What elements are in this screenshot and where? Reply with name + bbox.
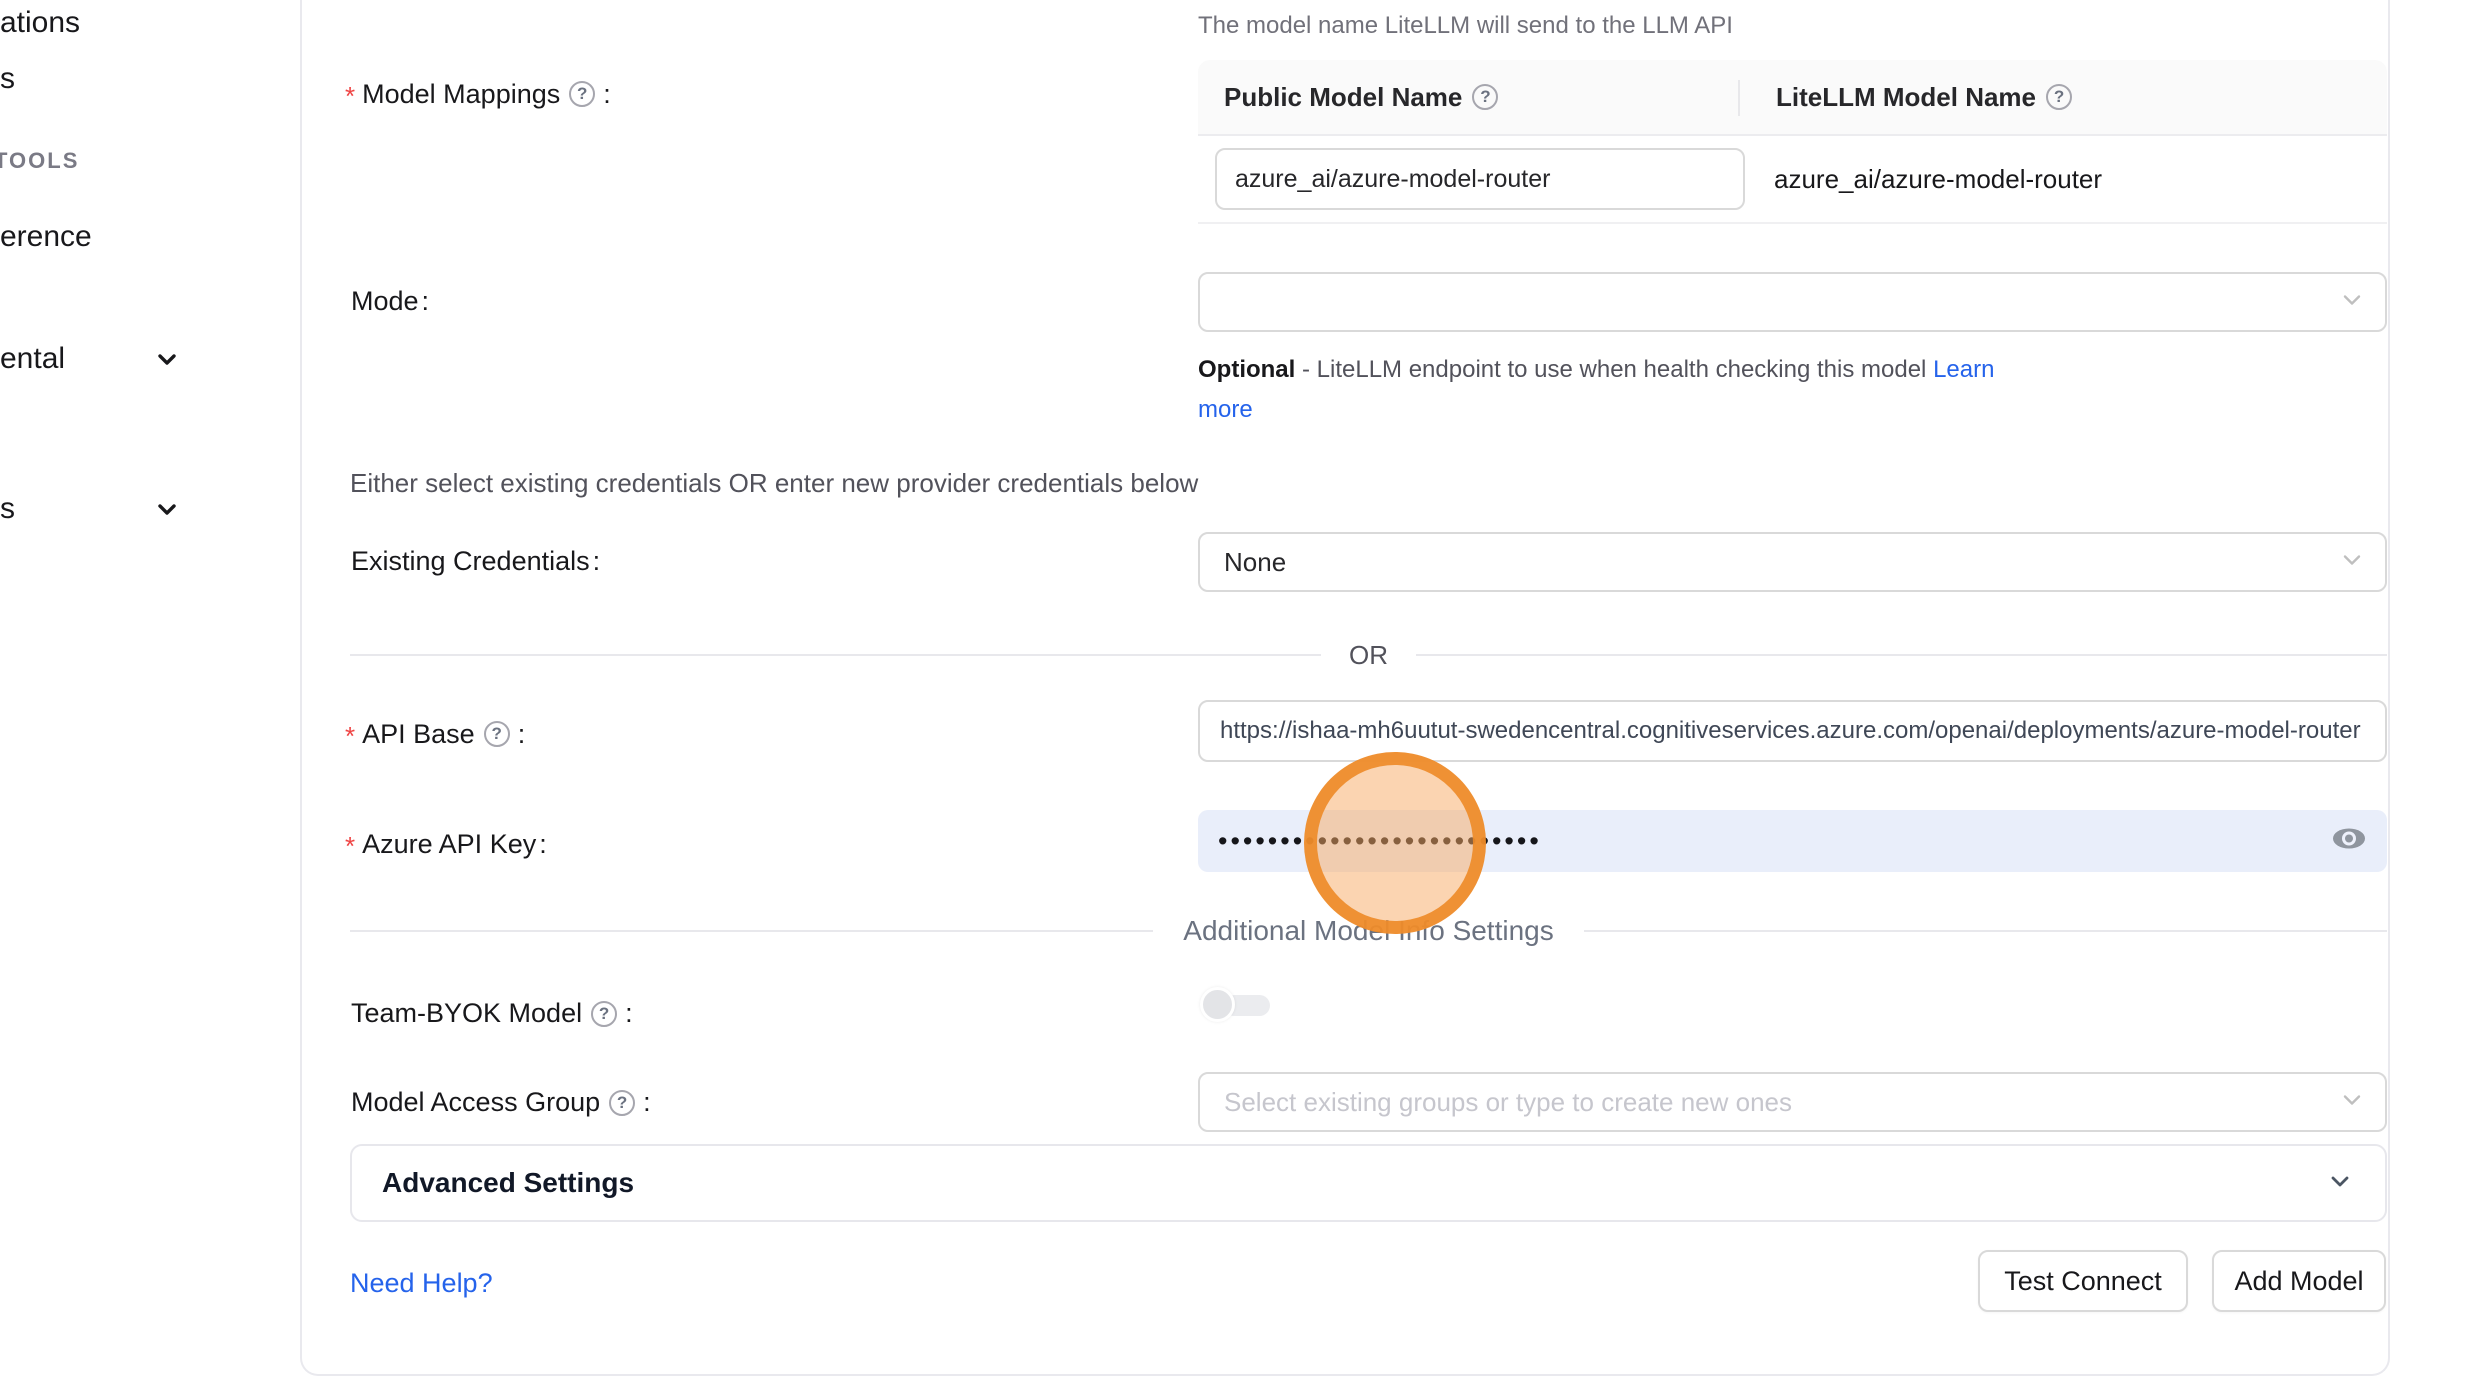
model-access-group-label: Model Access Group ? : (351, 1087, 651, 1118)
toggle-knob (1200, 987, 1235, 1022)
public-model-name-input[interactable]: azure_ai/azure-model-router (1215, 148, 1745, 210)
required-mark: * (345, 716, 355, 752)
credentials-note: Either select existing credentials OR en… (350, 468, 1198, 499)
mode-label: Mode: (351, 286, 429, 317)
model-mappings-table-row: azure_ai/azure-model-router azure_ai/azu… (1198, 136, 2387, 224)
chevron-down-icon (2339, 287, 2365, 318)
api-base-label: * API Base ? : (345, 716, 525, 752)
additional-settings-divider: Additional Model Info Settings (350, 914, 2387, 948)
test-connect-button[interactable]: Test Connect (1978, 1250, 2188, 1312)
existing-credentials-label: Existing Credentials: (351, 546, 600, 577)
sidebar-section-tools: TOOLS (0, 148, 79, 174)
column-divider (1738, 80, 1740, 116)
help-icon[interactable]: ? (1472, 84, 1498, 110)
help-icon[interactable]: ? (591, 1001, 617, 1027)
sidebar-item-api-reference[interactable]: erence (0, 220, 92, 254)
add-model-page: ations s TOOLS erence ental s The model … (0, 0, 2477, 1385)
eye-icon[interactable] (2331, 826, 2367, 857)
team-byok-toggle[interactable] (1200, 987, 1272, 1023)
chevron-down-icon[interactable] (152, 494, 182, 529)
model-mappings-table-header: Public Model Name ? LiteLLM Model Name ? (1198, 60, 2387, 136)
model-mappings-label: * Model Mappings ? : (345, 76, 611, 112)
chevron-down-icon (2339, 1087, 2365, 1118)
sidebar-item[interactable]: s (0, 62, 15, 96)
sidebar-item-experimental[interactable]: ental (0, 342, 65, 376)
azure-api-key-input[interactable]: •••••••••••••••••••••••••• (1198, 810, 2387, 872)
mode-select[interactable] (1198, 272, 2387, 332)
litellm-model-name-value: azure_ai/azure-model-router (1774, 164, 2102, 195)
chevron-down-icon (2339, 547, 2365, 578)
need-help-link[interactable]: Need Help? (350, 1268, 493, 1299)
column-litellm-model-name: LiteLLM Model Name ? (1738, 82, 2072, 113)
azure-api-key-label: * Azure API Key : (345, 826, 547, 862)
sidebar-item[interactable]: s (0, 492, 15, 526)
help-icon[interactable]: ? (569, 81, 595, 107)
sidebar-item-organizations[interactable]: ations (0, 6, 80, 40)
required-mark: * (345, 76, 355, 112)
existing-credentials-select[interactable]: None (1198, 532, 2387, 592)
help-icon[interactable]: ? (484, 721, 510, 747)
model-name-helper-text: The model name LiteLLM will send to the … (1198, 12, 1733, 40)
advanced-settings-panel[interactable]: Advanced Settings (350, 1144, 2387, 1222)
help-icon[interactable]: ? (609, 1090, 635, 1116)
add-model-button[interactable]: Add Model (2212, 1250, 2386, 1312)
masked-password-value: •••••••••••••••••••••••••• (1218, 826, 1542, 857)
required-mark: * (345, 826, 355, 862)
mode-helper-text: Optional - LiteLLM endpoint to use when … (1198, 350, 2028, 430)
team-byok-label: Team-BYOK Model ? : (351, 998, 633, 1029)
or-divider: OR (350, 638, 2387, 672)
chevron-down-icon[interactable] (152, 344, 182, 379)
model-access-group-select[interactable]: Select existing groups or type to create… (1198, 1072, 2387, 1132)
column-public-model-name: Public Model Name ? (1198, 82, 1738, 113)
help-icon[interactable]: ? (2046, 84, 2072, 110)
api-base-input[interactable]: https://ishaa-mh6uutut-swedencentral.cog… (1198, 700, 2387, 762)
chevron-down-icon (2325, 1166, 2355, 1201)
